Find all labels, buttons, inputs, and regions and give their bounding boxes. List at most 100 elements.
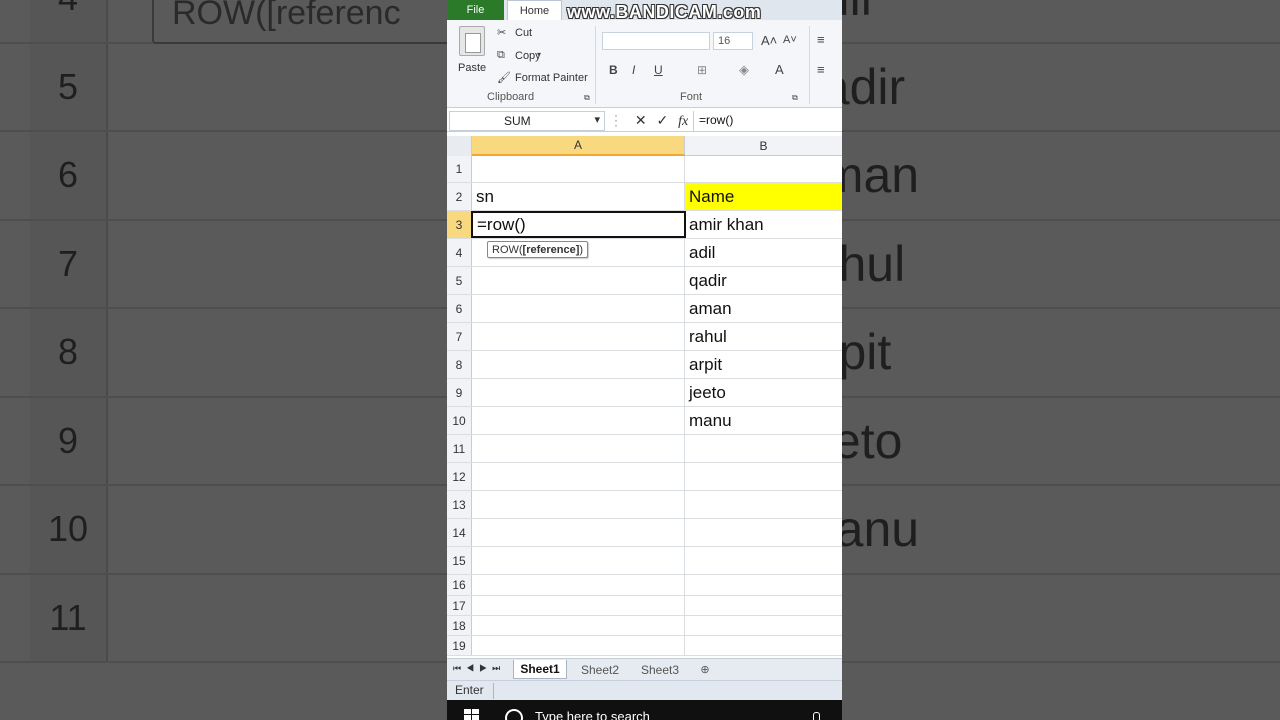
font-color-icon[interactable]: A [775, 62, 784, 77]
tab-file[interactable]: File [447, 0, 504, 20]
cell[interactable] [472, 156, 685, 182]
fill-color-icon[interactable]: ◈ [739, 62, 749, 78]
cell[interactable] [472, 435, 685, 462]
table-row: 5 qadir [447, 267, 842, 295]
cell[interactable] [685, 435, 842, 462]
insert-function-icon[interactable]: fx [678, 114, 688, 129]
italic-button[interactable]: I [632, 63, 635, 77]
copy-dropdown-icon[interactable]: ▾ [537, 50, 541, 59]
cell[interactable]: rahul [685, 323, 842, 350]
align-left-icon[interactable]: ≡ [817, 62, 825, 77]
row-header[interactable]: 4 [447, 239, 472, 266]
row-header[interactable]: 6 [447, 295, 472, 322]
grow-font-icon[interactable]: A˄ [761, 33, 777, 48]
cell[interactable] [685, 575, 842, 595]
cell[interactable] [472, 547, 685, 574]
font-name-select[interactable] [602, 32, 710, 50]
table-row: 19 [447, 636, 842, 656]
cell[interactable] [472, 267, 685, 294]
cell[interactable] [472, 351, 685, 378]
row-header[interactable]: 13 [447, 491, 472, 518]
row-header[interactable]: 10 [447, 407, 472, 434]
row-header[interactable]: 12 [447, 463, 472, 490]
cell[interactable] [472, 636, 685, 655]
row-header[interactable]: 3 [447, 211, 472, 238]
taskbar-search[interactable]: Type here to search [535, 709, 650, 720]
row-header[interactable]: 18 [447, 616, 472, 635]
font-size-select[interactable]: 16 [713, 32, 753, 50]
row-header[interactable]: 1 [447, 156, 472, 182]
cell[interactable] [472, 519, 685, 546]
cell[interactable]: qadir [685, 267, 842, 294]
cell[interactable]: jeeto [685, 379, 842, 406]
cell[interactable]: Name [685, 183, 842, 210]
cell[interactable] [685, 616, 842, 635]
sheet-navigation-icons[interactable]: ⏮◀▶⏭ [453, 663, 505, 674]
cell[interactable]: adil [685, 239, 842, 266]
cell[interactable] [472, 575, 685, 595]
microphone-icon[interactable] [813, 712, 820, 720]
row-header[interactable]: 17 [447, 596, 472, 615]
row-header[interactable]: 14 [447, 519, 472, 546]
enter-icon[interactable]: ✓ [657, 112, 669, 128]
shrink-font-icon[interactable]: A˅ [783, 34, 797, 46]
background-name-text: arpit [842, 324, 892, 381]
background-row-number: 5 [30, 43, 108, 130]
search-icon[interactable] [505, 709, 523, 720]
cell[interactable]: amir khan [685, 211, 842, 238]
cell[interactable] [685, 547, 842, 574]
sheet-tab-3[interactable]: Sheet3 [633, 660, 687, 679]
row-header[interactable]: 19 [447, 636, 472, 655]
cell[interactable]: arpit [685, 351, 842, 378]
bold-button[interactable]: B [609, 63, 618, 77]
name-box[interactable]: SUM [449, 111, 605, 131]
tab-home[interactable]: Home [507, 0, 562, 20]
cell[interactable] [685, 463, 842, 490]
cell[interactable] [472, 463, 685, 490]
formula-input[interactable]: =row() [699, 113, 733, 127]
cell[interactable] [472, 379, 685, 406]
cell[interactable]: sn [472, 183, 685, 210]
cell[interactable] [685, 491, 842, 518]
row-header[interactable]: 11 [447, 435, 472, 462]
cut-button[interactable]: Cut [515, 27, 532, 39]
font-launcher-icon[interactable]: ⧉ [792, 93, 798, 103]
cell[interactable] [472, 491, 685, 518]
paste-icon[interactable] [459, 26, 485, 56]
insert-sheet-icon[interactable]: ⊕ [695, 660, 715, 679]
row-header[interactable]: 15 [447, 547, 472, 574]
row-header[interactable]: 5 [447, 267, 472, 294]
row-header[interactable]: 7 [447, 323, 472, 350]
row-header[interactable]: 2 [447, 183, 472, 210]
cell[interactable]: aman [685, 295, 842, 322]
cell[interactable] [472, 407, 685, 434]
sheet-tab-2[interactable]: Sheet2 [573, 660, 627, 679]
paste-button[interactable]: Paste [458, 62, 486, 74]
windows-start-icon[interactable] [464, 709, 479, 720]
cell[interactable] [685, 156, 842, 182]
cell[interactable] [685, 636, 842, 655]
borders-icon[interactable]: ⊞ [697, 63, 707, 77]
cell[interactable] [472, 295, 685, 322]
underline-button[interactable]: U [654, 63, 663, 77]
active-cell[interactable]: =row() [471, 211, 686, 238]
cell[interactable] [685, 519, 842, 546]
cell[interactable] [685, 596, 842, 615]
row-header[interactable]: 16 [447, 575, 472, 595]
cancel-icon[interactable]: ✕ [635, 112, 647, 128]
row-header[interactable]: 9 [447, 379, 472, 406]
background-name: aman [842, 132, 1280, 219]
column-header-a[interactable]: A [472, 136, 685, 156]
column-header-b[interactable]: B [685, 136, 842, 156]
cell[interactable] [472, 616, 685, 635]
align-top-icon[interactable]: ≡ [817, 32, 825, 47]
sheet-tab-1[interactable]: Sheet1 [513, 660, 567, 679]
row-header[interactable]: 8 [447, 351, 472, 378]
tooltip-argument[interactable]: [reference] [523, 244, 580, 256]
format-painter-button[interactable]: Format Painter [515, 72, 588, 84]
clipboard-launcher-icon[interactable]: ⧉ [584, 93, 590, 103]
cell[interactable] [472, 323, 685, 350]
select-all-button[interactable] [447, 136, 472, 156]
cell[interactable]: manu [685, 407, 842, 434]
cell[interactable] [472, 596, 685, 615]
